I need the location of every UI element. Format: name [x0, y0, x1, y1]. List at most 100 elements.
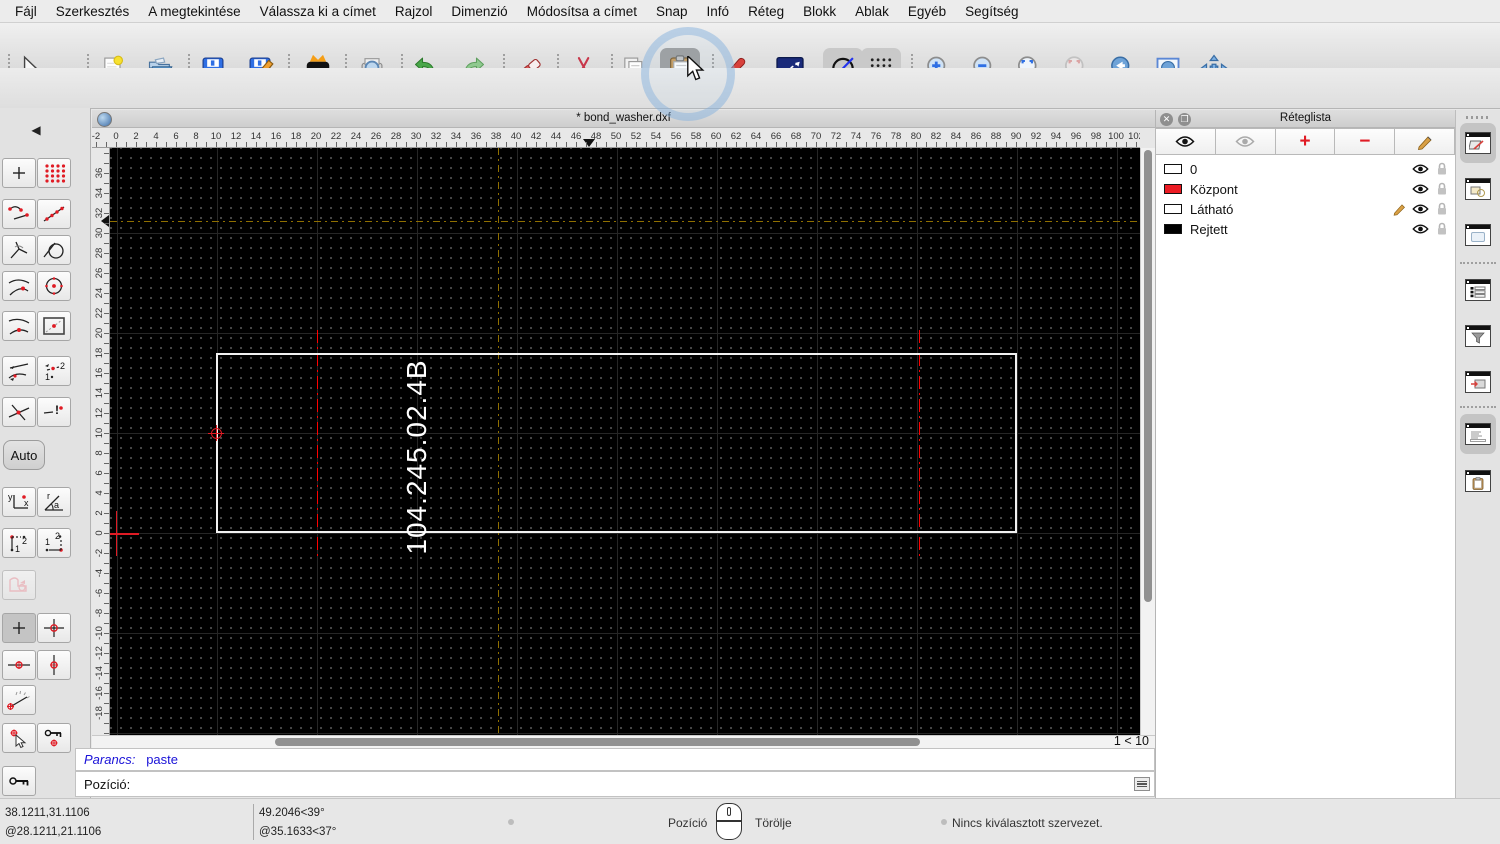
snap-free-button[interactable]	[2, 158, 36, 188]
menu-f-jl[interactable]: Fájl	[15, 4, 37, 19]
dock-named-views-button[interactable]	[1460, 362, 1496, 402]
statusbar-divider	[253, 804, 254, 840]
menu-snap[interactable]: Snap	[656, 4, 688, 19]
snap-middle-button[interactable]	[2, 311, 36, 341]
add-layer-button[interactable]: +	[1275, 128, 1336, 155]
restrict-vertical-button[interactable]	[37, 650, 71, 680]
drawing-rectangle[interactable]	[216, 353, 1017, 533]
command-input[interactable]	[130, 773, 1134, 795]
layer-visibility-icon[interactable]	[1412, 183, 1429, 195]
horizontal-scrollbar-thumb[interactable]	[275, 738, 920, 746]
layer-lock-icon[interactable]	[1436, 162, 1448, 176]
hide-all-layers-button[interactable]	[1215, 128, 1276, 155]
snap-center-button[interactable]	[37, 271, 71, 301]
menu-seg-ts-g[interactable]: Segítség	[965, 4, 1018, 19]
collapse-toolbar-button[interactable]: ◀	[22, 121, 50, 139]
absolute-coordinates: 38.1211,31.1106	[5, 807, 90, 819]
layer-editing-pencil-icon	[1392, 202, 1407, 216]
ruler-label: -12	[94, 644, 108, 662]
lock-layer-button[interactable]	[2, 766, 36, 796]
ruler-label: 10	[205, 131, 227, 142]
dock-entity-list-button[interactable]	[1460, 270, 1496, 310]
dock-filter-button[interactable]	[1460, 316, 1496, 356]
vertical-scrollbar[interactable]	[1140, 148, 1155, 735]
drawing-text[interactable]: 104.245.02.4B	[400, 337, 434, 577]
auto-snap-button[interactable]: Auto	[3, 440, 45, 470]
ruler-label: -16	[94, 684, 108, 702]
show-all-layers-button[interactable]	[1155, 128, 1216, 155]
menu-ablak[interactable]: Ablak	[855, 4, 889, 19]
snap-endpoints-button[interactable]	[2, 199, 36, 229]
layer-row[interactable]: Látható	[1156, 199, 1455, 219]
polar-coordinate-button[interactable]: ra	[37, 487, 71, 517]
auto-snap-label: Auto	[11, 448, 38, 463]
menu-blokk[interactable]: Blokk	[803, 4, 836, 19]
menu-inf-[interactable]: Infó	[707, 4, 730, 19]
ruler-label: 2	[125, 131, 147, 142]
menu-egy-b[interactable]: Egyéb	[908, 4, 946, 19]
menu-v-lassza-ki-a-c-met[interactable]: Válassza ki a címet	[260, 4, 376, 19]
menu-rajzol[interactable]: Rajzol	[395, 4, 433, 19]
menu-m-dos-tsa-a-c-met[interactable]: Módosítsa a címet	[527, 4, 637, 19]
layer-visibility-icon[interactable]	[1412, 203, 1429, 215]
layer-visibility-icon[interactable]	[1412, 163, 1429, 175]
set-relative-zero-button[interactable]	[37, 613, 71, 643]
relative-zero-current-button[interactable]	[2, 613, 36, 643]
restrict-orthogonal-button[interactable]: 21	[37, 356, 71, 386]
restrict-nothing-button[interactable]	[2, 356, 36, 386]
menu-dimenzi-[interactable]: Dimenzió	[451, 4, 507, 19]
corner-point-2-button[interactable]: 12	[37, 528, 71, 558]
command-last: paste	[146, 752, 178, 767]
menu-a-megtekint-se[interactable]: A megtekintése	[148, 4, 240, 19]
relative-zero-icon	[41, 617, 67, 639]
snap-distance-button[interactable]	[37, 311, 71, 341]
layer-row[interactable]: 0	[1156, 159, 1455, 179]
layer-lock-icon[interactable]	[1436, 202, 1448, 216]
layer-row[interactable]: Központ	[1156, 179, 1455, 199]
angle-gauge-button[interactable]	[2, 685, 36, 715]
menu-r-teg[interactable]: Réteg	[748, 4, 784, 19]
remove-layer-button[interactable]: −	[1334, 128, 1395, 155]
layer-lock-icon[interactable]	[1436, 222, 1448, 236]
ruler-label: 54	[645, 131, 667, 142]
corner2-icon: 12	[41, 532, 67, 554]
snap-perpendicular-button[interactable]	[2, 235, 36, 265]
pick-cursor-icon	[6, 727, 32, 749]
vertical-scrollbar-thumb[interactable]	[1144, 150, 1152, 602]
menu-szerkeszt-s[interactable]: Szerkesztés	[56, 4, 130, 19]
selection-dot	[941, 819, 947, 825]
edit-layer-button[interactable]	[1394, 128, 1455, 155]
dock-clipboard-button[interactable]	[1460, 461, 1496, 501]
snap-tangent-button[interactable]	[37, 235, 71, 265]
dock-command-line-button[interactable]	[1460, 414, 1496, 454]
dock-block-list-button[interactable]	[1460, 169, 1496, 209]
drawing-canvas[interactable]: 104.245.02.4B	[110, 148, 1140, 735]
snap-intersection-auto-button[interactable]	[2, 271, 36, 301]
layer-name: 0	[1190, 162, 1197, 177]
layer-row[interactable]: Rejtett	[1156, 219, 1455, 239]
ruler-label: 20	[94, 324, 108, 342]
snap-intersection-button[interactable]	[2, 397, 36, 427]
lock-relative-zero-button[interactable]	[37, 723, 71, 753]
horizontal-scrollbar[interactable]: 1 < 10	[92, 735, 1155, 748]
snap-grid-button[interactable]	[37, 158, 71, 188]
command-options-icon[interactable]	[1134, 777, 1150, 791]
layer-visibility-icon[interactable]	[1412, 223, 1429, 235]
cartesian-coordinate-button[interactable]: yx	[2, 487, 36, 517]
ruler-label: 24	[345, 131, 367, 142]
pick-coordinate-button[interactable]	[2, 723, 36, 753]
command-prompt-label: Parancs:	[84, 752, 135, 767]
snap-on-entity-button[interactable]	[37, 199, 71, 229]
dock-library-button[interactable]	[1460, 215, 1496, 255]
orthogonal-icon: 21	[41, 360, 67, 382]
select-reference-button[interactable]	[2, 570, 36, 600]
exclusive-snap-button[interactable]: !	[37, 397, 71, 427]
dock-layer-list-button[interactable]	[1460, 123, 1496, 163]
ruler-label: 6	[94, 464, 108, 482]
ruler-label: 38	[485, 131, 507, 142]
application-window: Fájl Szerkesztés A megtekintése Válassza ki…	[0, 0, 1500, 844]
layer-lock-icon[interactable]	[1436, 182, 1448, 196]
ruler-label: 72	[825, 131, 847, 142]
restrict-horizontal-button[interactable]	[2, 650, 36, 680]
corner-point-1-button[interactable]: 12	[2, 528, 36, 558]
